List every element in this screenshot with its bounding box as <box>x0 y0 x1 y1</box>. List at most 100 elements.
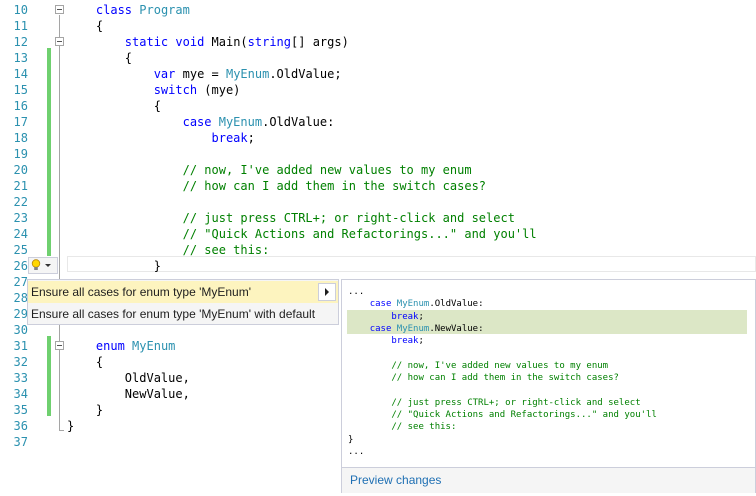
code-token: // just press CTRL+; or right-click and … <box>182 211 515 225</box>
code-text: static void Main(string[] args) <box>67 34 349 50</box>
code-text: OldValue, <box>67 370 190 386</box>
code-text: } <box>67 418 74 434</box>
code-token: } <box>67 259 161 273</box>
preview-line: // now, I've added new values to my enum <box>348 360 608 372</box>
preview-line: // "Quick Actions and Refactorings..." a… <box>348 409 657 421</box>
preview-changes-link[interactable]: Preview changes <box>350 473 441 487</box>
code-token: // "Quick Actions and Refactorings..." a… <box>182 227 537 241</box>
code-line: 14 var mye = MyEnum.OldValue; <box>0 66 756 82</box>
code-token: [] args) <box>291 35 349 49</box>
preview-token <box>348 410 391 420</box>
quick-action-item[interactable]: Ensure all cases for enum type 'MyEnum' <box>28 281 338 303</box>
line-number: 18 <box>13 131 28 145</box>
code-token: { <box>67 51 133 65</box>
code-token: var <box>153 67 176 81</box>
preview-token: ... <box>348 446 365 457</box>
line-number: 30 <box>13 323 28 337</box>
preview-token <box>348 336 391 346</box>
code-line: 10 class Program <box>0 2 756 18</box>
line-number: 21 <box>13 179 28 193</box>
code-token: class <box>95 3 133 17</box>
code-token: { <box>67 19 104 33</box>
line-number: 28 <box>13 291 28 305</box>
preview-token: // see this: <box>391 422 457 433</box>
line-number: 37 <box>13 435 28 449</box>
preview-line: break; <box>348 311 424 323</box>
code-text: break; <box>67 130 255 146</box>
preview-token: ... <box>348 287 365 297</box>
line-number: 27 <box>13 275 28 289</box>
code-token: ; <box>247 131 255 145</box>
code-line: 11 { <box>0 18 756 34</box>
line-number: 35 <box>13 403 28 417</box>
line-number: 26 <box>13 259 28 273</box>
line-number: 16 <box>13 99 28 113</box>
preview-token: ; <box>418 336 424 347</box>
code-token: // see this: <box>182 243 270 257</box>
code-text: switch (mye) <box>67 82 241 98</box>
preview-line: ... <box>348 286 364 298</box>
line-number: 10 <box>13 3 28 17</box>
preview-footer: Preview changes <box>342 467 755 493</box>
quick-action-item[interactable]: Ensure all cases for enum type 'MyEnum' … <box>28 303 338 325</box>
code-text: } <box>67 258 161 274</box>
code-text: case MyEnum.OldValue: <box>67 114 335 130</box>
line-number: 32 <box>13 355 28 369</box>
preview-line: // just press CTRL+; or right-click and … <box>348 397 640 409</box>
preview-line: // see this: <box>348 421 456 433</box>
preview-token <box>348 324 370 334</box>
preview-token: } <box>348 434 354 445</box>
code-text: enum MyEnum <box>67 338 176 354</box>
code-token: NewValue, <box>67 387 190 401</box>
code-token: // now, I've added new values to my enum <box>182 163 472 177</box>
code-text: // how can I add them in the switch case… <box>67 178 486 194</box>
code-token: mye = <box>175 67 226 81</box>
quick-actions-button[interactable] <box>28 257 58 274</box>
code-line: 19 <box>0 146 756 162</box>
code-line: 22 <box>0 194 756 210</box>
line-number: 33 <box>13 371 28 385</box>
code-text: { <box>67 354 103 370</box>
preview-token: .NewValue: <box>429 323 484 334</box>
code-token: enum <box>95 339 125 353</box>
code-line: 23 // just press CTRL+; or right-click a… <box>0 210 756 226</box>
preview-token: MyEnum <box>396 299 430 310</box>
code-token: { <box>67 355 104 369</box>
code-token: void <box>175 35 205 49</box>
code-token: MyEnum <box>218 115 263 129</box>
line-number: 29 <box>13 307 28 321</box>
preview-token: case <box>369 299 392 310</box>
code-text: // see this: <box>67 242 270 258</box>
code-line: 25 // see this: <box>0 242 756 258</box>
line-number: 17 <box>13 115 28 129</box>
code-text: // now, I've added new values to my enum <box>67 162 472 178</box>
preview-token <box>348 398 391 408</box>
line-number: 15 <box>13 83 28 97</box>
preview-token: // now, I've added new values to my enum <box>391 360 609 371</box>
quick-actions-menu: Ensure all cases for enum type 'MyEnum' … <box>27 279 339 325</box>
line-number: 31 <box>13 339 28 353</box>
line-number: 34 <box>13 387 28 401</box>
code-line: 21 // how can I add them in the switch c… <box>0 178 756 194</box>
chevron-right-icon[interactable] <box>318 283 336 301</box>
line-number: 13 <box>13 51 28 65</box>
code-token: { <box>67 99 161 113</box>
quick-action-label: Ensure all cases for enum type 'MyEnum' <box>31 285 252 299</box>
preview-pane: Preview changes ... case MyEnum.OldValue… <box>341 279 756 493</box>
code-token: .OldValue: <box>262 115 335 129</box>
preview-token: // "Quick Actions and Refactorings..." a… <box>391 410 657 420</box>
line-number: 14 <box>13 67 28 81</box>
preview-line: } <box>348 434 353 446</box>
code-token: // how can I add them in the switch case… <box>182 179 487 193</box>
code-line: 13 { <box>0 50 756 66</box>
preview-token <box>348 422 391 432</box>
